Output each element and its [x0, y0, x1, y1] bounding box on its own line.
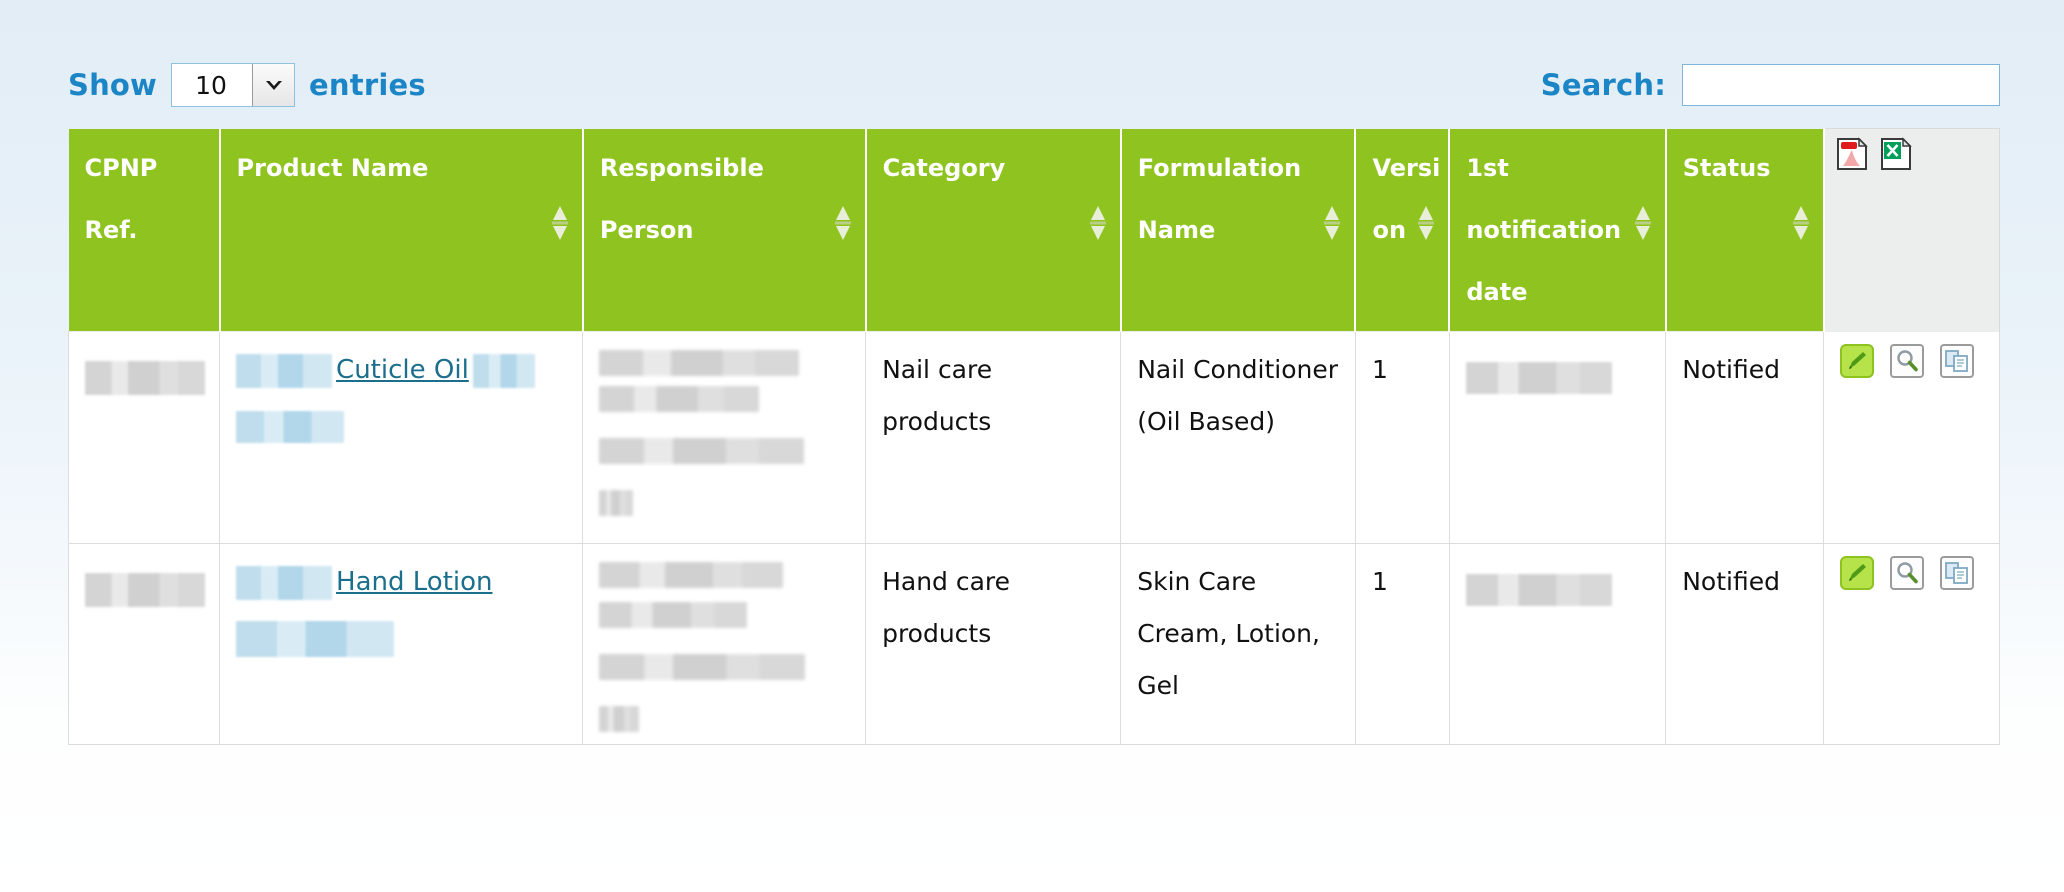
sort-arrows-icon[interactable] [550, 205, 570, 241]
column-header-formulation-name[interactable]: Formulation Name [1120, 128, 1357, 331]
sort-arrows-icon[interactable] [1322, 205, 1342, 241]
column-header-responsible-person[interactable]: Responsible Person [582, 128, 867, 331]
cell-formulation-name: Nail Conditioner (Oil Based) [1120, 330, 1356, 544]
cell-category: Nail care products [865, 330, 1122, 544]
redacted-responsible-person [599, 705, 640, 732]
column-header-version[interactable]: Versi on [1355, 128, 1451, 331]
cell-product-name: Hand Lotion [219, 542, 584, 745]
header-line: date [1466, 277, 1528, 306]
sort-arrows-icon[interactable] [1416, 205, 1436, 241]
redacted-product-line2 [236, 410, 345, 443]
cell-first-notification-date [1449, 330, 1667, 544]
redacted-notification-date [1465, 361, 1612, 394]
table-row[interactable]: Hand Lotion Hand care products Skin Care… [67, 542, 2000, 745]
table-controls: Show 10 entries Search: [68, 58, 2000, 112]
sort-arrows-icon[interactable] [833, 205, 853, 241]
column-header-first-notification-date[interactable]: 1st notification date [1449, 128, 1667, 331]
column-header-status[interactable]: Status [1665, 128, 1825, 331]
cell-version: 1 [1355, 330, 1450, 544]
redacted-cpnp-ref [85, 360, 205, 395]
column-header-export-actions [1823, 128, 2000, 331]
redacted-responsible-person [599, 385, 760, 412]
redacted-responsible-person [599, 489, 634, 516]
redacted-responsible-person [599, 601, 748, 628]
page-root: Show 10 entries Search: CPNP Ref. Produc… [0, 0, 2064, 892]
header-line: on [1372, 215, 1407, 244]
header-line: Responsible [599, 153, 764, 182]
redacted-responsible-person [599, 561, 784, 588]
products-table: CPNP Ref. Product Name Responsible Perso… [67, 128, 2000, 745]
cell-row-actions [1823, 330, 2000, 544]
header-line: notification [1466, 215, 1622, 244]
search-control: Search: [1541, 58, 2000, 112]
excel-export-icon[interactable] [1879, 137, 1913, 177]
header-line: 1st [1466, 153, 1509, 182]
column-header-category[interactable]: Category [865, 128, 1122, 331]
column-header-cpnp-ref[interactable]: CPNP Ref. [68, 128, 221, 331]
redacted-responsible-person [599, 437, 805, 464]
sort-arrows-icon[interactable] [1088, 205, 1108, 241]
table-header-row: CPNP Ref. Product Name Responsible Perso… [68, 128, 2000, 331]
view-action-icon[interactable] [1890, 555, 1925, 590]
search-label: Search: [1540, 68, 1666, 102]
header-line: Status [1682, 153, 1771, 182]
cell-product-name: Cuticle Oil [219, 330, 584, 544]
cell-first-notification-date [1449, 542, 1667, 745]
show-label: Show [68, 68, 158, 102]
cell-version: 1 [1355, 542, 1450, 745]
redacted-product-prefix [236, 565, 333, 600]
pdf-export-icon[interactable] [1835, 137, 1869, 177]
products-table-container: CPNP Ref. Product Name Responsible Perso… [67, 128, 2000, 745]
header-line: Person [599, 215, 694, 244]
duplicate-action-icon[interactable] [1940, 343, 1975, 378]
header-line: CPNP [84, 153, 158, 182]
edit-action-icon[interactable] [1840, 343, 1875, 378]
header-line: Category [882, 153, 1006, 182]
header-line: Ref. [84, 215, 138, 244]
redacted-cpnp-ref [85, 572, 205, 607]
sort-arrows-icon[interactable] [1791, 205, 1811, 241]
sort-arrows-icon[interactable] [1633, 205, 1653, 241]
redacted-responsible-person [599, 653, 806, 680]
entries-label: entries [309, 68, 426, 102]
cell-responsible-person [582, 330, 867, 544]
duplicate-action-icon[interactable] [1940, 555, 1975, 590]
cell-cpnp-ref [67, 542, 221, 745]
view-action-icon[interactable] [1890, 343, 1925, 378]
cell-status: Notified [1665, 330, 1825, 544]
product-name-link[interactable]: Cuticle Oil [336, 355, 469, 385]
redacted-product-suffix [472, 353, 535, 388]
cell-category: Hand care products [865, 542, 1122, 745]
redacted-notification-date [1465, 573, 1612, 606]
redacted-product-line2 [236, 620, 395, 657]
chevron-down-icon[interactable] [252, 64, 295, 106]
product-name-link[interactable]: Hand Lotion [336, 567, 492, 597]
table-row[interactable]: Cuticle Oil Nail care products Nail Cond… [67, 330, 2000, 544]
header-line: Name [1137, 215, 1216, 244]
redacted-product-prefix [236, 353, 333, 388]
search-input[interactable] [1682, 64, 2000, 106]
redacted-responsible-person [599, 349, 800, 376]
header-line: Product Name [236, 153, 429, 182]
cell-responsible-person [582, 542, 867, 745]
header-line: Formulation [1137, 153, 1302, 182]
edit-action-icon[interactable] [1840, 555, 1875, 590]
page-length-control: Show 10 entries [68, 58, 426, 112]
page-length-select[interactable]: 10 [171, 63, 296, 107]
cell-formulation-name: Skin Care Cream, Lotion, Gel [1120, 542, 1356, 745]
header-line: Versi [1372, 153, 1441, 182]
column-header-product-name[interactable]: Product Name [219, 128, 584, 331]
cell-row-actions [1823, 542, 2000, 745]
cell-cpnp-ref [67, 330, 221, 544]
page-length-value: 10 [195, 70, 227, 100]
cell-status: Notified [1665, 542, 1825, 745]
